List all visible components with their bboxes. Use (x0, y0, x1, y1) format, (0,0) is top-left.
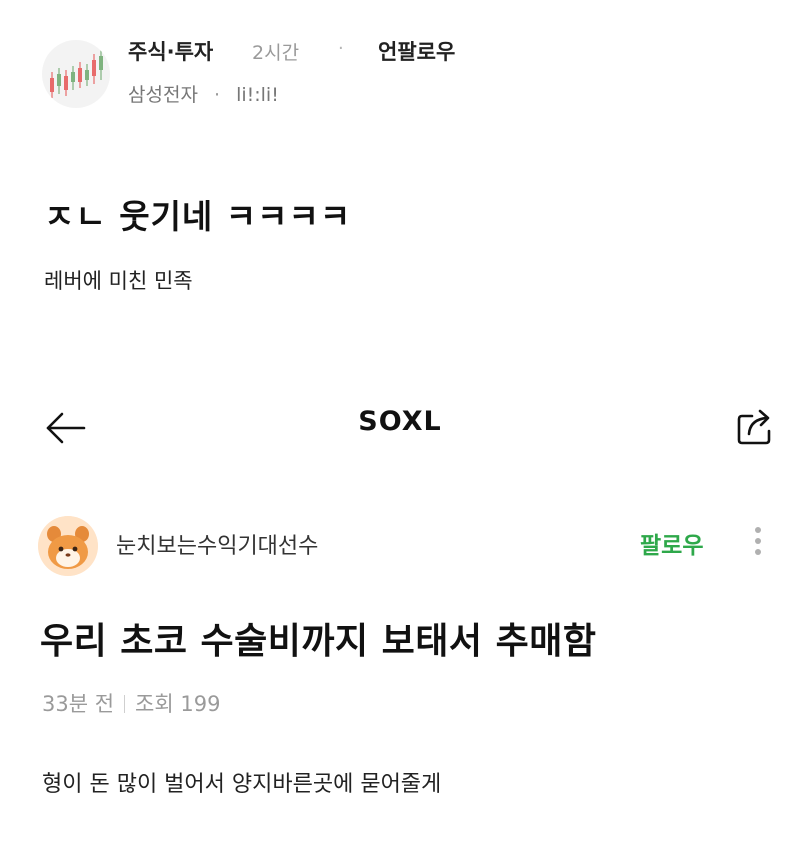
author-line: 삼성전자 · li!:li! (128, 80, 279, 107)
embedded-post-title: 우리 초코 수술비까지 보태서 추매함 (40, 621, 597, 662)
post-meta: 33분 전 조회 199 (42, 688, 220, 718)
more-options-icon[interactable] (746, 522, 770, 562)
follow-button[interactable]: 팔로우 (640, 526, 703, 560)
post-body: 레버에 미친 민족 (44, 269, 193, 293)
header-title: SOXL (358, 406, 442, 437)
unfollow-button[interactable]: 언팔로우 (378, 36, 455, 66)
separator-dot: · (338, 38, 344, 59)
view-count: 조회 199 (135, 692, 221, 716)
hamster-avatar-icon (38, 516, 98, 576)
community-avatar[interactable] (42, 40, 110, 108)
post-time: 2시간 (252, 42, 300, 64)
share-icon[interactable] (734, 404, 778, 448)
meta-divider (124, 695, 126, 713)
posted-time: 33분 전 (42, 692, 115, 716)
company-label[interactable]: 삼성전자 (128, 80, 198, 107)
user-avatar[interactable] (38, 516, 98, 576)
username[interactable]: 눈치보는수익기대선수 (116, 528, 318, 560)
author-nickname[interactable]: li!:li! (236, 84, 279, 106)
category-label[interactable]: 주식·투자 (128, 36, 213, 66)
post-title: ㅈㄴ 웃기네 ㅋㅋㅋㅋ (44, 197, 352, 236)
separator-dot: · (213, 84, 221, 106)
embedded-post-body: 형이 돈 많이 벌어서 양지바른곳에 묻어줄게 (42, 772, 442, 797)
candlestick-chart-icon (50, 50, 103, 98)
